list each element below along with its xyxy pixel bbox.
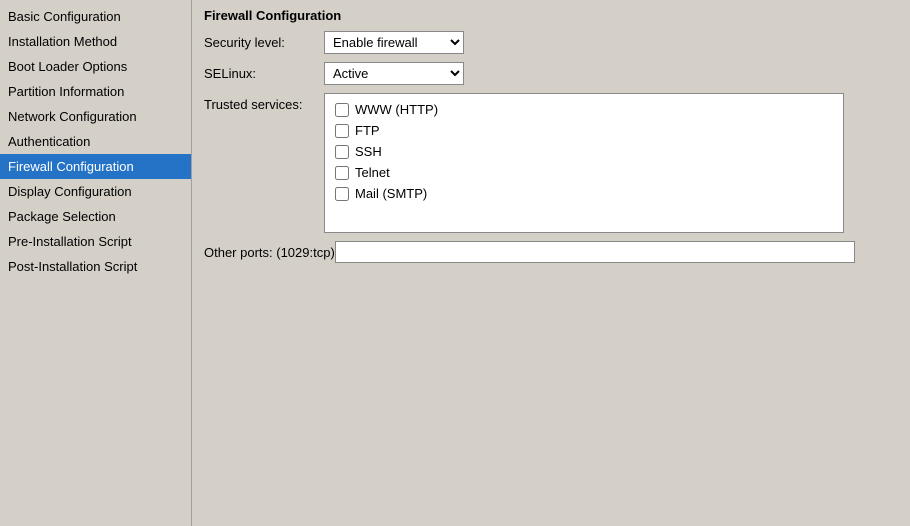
- checkbox-mail-smtp[interactable]: [335, 187, 349, 201]
- sidebar-item-partition-information[interactable]: Partition Information: [0, 79, 191, 104]
- sidebar-item-firewall-configuration[interactable]: Firewall Configuration: [0, 154, 191, 179]
- trusted-service-www-http: WWW (HTTP): [335, 102, 833, 117]
- sidebar-item-pre-installation-script[interactable]: Pre-Installation Script: [0, 229, 191, 254]
- sidebar-item-network-configuration[interactable]: Network Configuration: [0, 104, 191, 129]
- trusted-services-box: WWW (HTTP) FTP SSH Telnet Mail (SMTP): [324, 93, 844, 233]
- label-ssh: SSH: [355, 144, 382, 159]
- selinux-row: SELinux: ActiveDisabledPermissive: [204, 62, 898, 85]
- checkbox-telnet[interactable]: [335, 166, 349, 180]
- label-www-http: WWW (HTTP): [355, 102, 438, 117]
- trusted-services-label: Trusted services:: [204, 93, 324, 112]
- checkbox-ssh[interactable]: [335, 145, 349, 159]
- other-ports-row: Other ports: (1029:tcp): [204, 241, 898, 263]
- sidebar-item-basic-configuration[interactable]: Basic Configuration: [0, 4, 191, 29]
- sidebar-item-boot-loader-options[interactable]: Boot Loader Options: [0, 54, 191, 79]
- section-title: Firewall Configuration: [204, 8, 898, 23]
- selinux-select[interactable]: ActiveDisabledPermissive: [324, 62, 464, 85]
- security-level-label: Security level:: [204, 35, 324, 50]
- checkbox-ftp[interactable]: [335, 124, 349, 138]
- sidebar-item-post-installation-script[interactable]: Post-Installation Script: [0, 254, 191, 279]
- trusted-services-row: Trusted services: WWW (HTTP) FTP SSH Telnet…: [204, 93, 898, 233]
- other-ports-label: Other ports: (1029:tcp): [204, 245, 335, 260]
- trusted-service-telnet: Telnet: [335, 165, 833, 180]
- label-mail-smtp: Mail (SMTP): [355, 186, 427, 201]
- sidebar: Basic ConfigurationInstallation MethodBo…: [0, 0, 192, 526]
- security-level-row: Security level: Enable firewallDisable f…: [204, 31, 898, 54]
- checkbox-www-http[interactable]: [335, 103, 349, 117]
- sidebar-item-package-selection[interactable]: Package Selection: [0, 204, 191, 229]
- trusted-service-mail-smtp: Mail (SMTP): [335, 186, 833, 201]
- trusted-service-ftp: FTP: [335, 123, 833, 138]
- trusted-service-ssh: SSH: [335, 144, 833, 159]
- sidebar-item-authentication[interactable]: Authentication: [0, 129, 191, 154]
- security-level-select[interactable]: Enable firewallDisable firewallNo firewa…: [324, 31, 464, 54]
- label-telnet: Telnet: [355, 165, 390, 180]
- main-content: Firewall Configuration Security level: E…: [192, 0, 910, 526]
- sidebar-item-display-configuration[interactable]: Display Configuration: [0, 179, 191, 204]
- other-ports-input[interactable]: [335, 241, 855, 263]
- label-ftp: FTP: [355, 123, 380, 138]
- sidebar-item-installation-method[interactable]: Installation Method: [0, 29, 191, 54]
- selinux-label: SELinux:: [204, 66, 324, 81]
